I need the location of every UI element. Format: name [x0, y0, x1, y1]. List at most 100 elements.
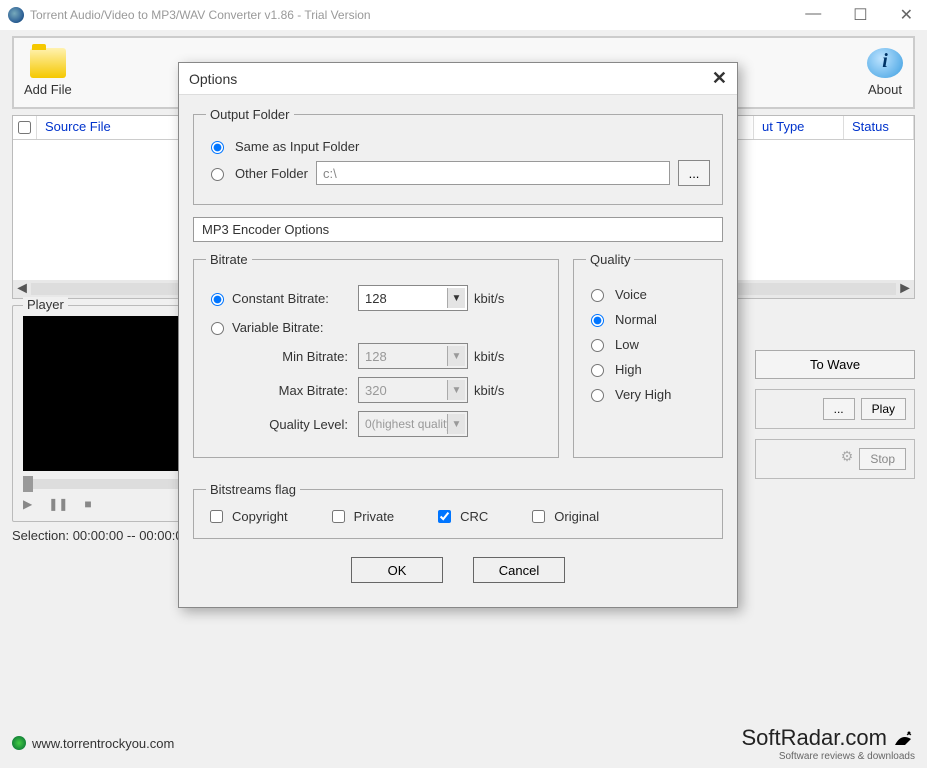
bitrate-legend: Bitrate	[206, 252, 252, 267]
minimize-button[interactable]: —	[799, 5, 827, 25]
quality-level-combo[interactable]: 0(highest quality) ▼	[358, 411, 468, 437]
browse-preview-button[interactable]: ...	[823, 398, 855, 420]
min-bitrate-unit: kbit/s	[474, 349, 514, 364]
constant-bitrate-unit: kbit/s	[474, 291, 514, 306]
bitrate-fieldset: Bitrate Constant Bitrate: 128 ▼ kbit/s V…	[193, 252, 559, 458]
constant-bitrate-label: Constant Bitrate:	[232, 291, 352, 306]
max-bitrate-unit: kbit/s	[474, 383, 514, 398]
bitstreams-fieldset: Bitstreams flag Copyright Private CRC Or…	[193, 482, 723, 539]
same-as-input-label: Same as Input Folder	[235, 139, 359, 154]
variable-bitrate-label: Variable Bitrate:	[232, 320, 352, 335]
softradar-watermark: SoftRadar.com Software reviews & downloa…	[741, 725, 915, 762]
website-link[interactable]: www.torrentrockyou.com	[32, 736, 174, 751]
other-folder-path-input[interactable]	[316, 161, 670, 185]
about-button[interactable]: About	[867, 48, 903, 97]
quality-high-radio[interactable]	[591, 364, 604, 377]
stop-icon[interactable]: ■	[84, 497, 91, 511]
max-bitrate-value: 320	[365, 383, 387, 398]
variable-bitrate-radio[interactable]	[211, 322, 224, 335]
about-label: About	[868, 82, 902, 97]
original-checkbox[interactable]	[532, 510, 545, 523]
options-dialog: Options ✕ Output Folder Same as Input Fo…	[178, 62, 738, 608]
quality-legend: Quality	[586, 252, 634, 267]
quality-veryhigh-label: Very High	[615, 387, 671, 402]
private-checkbox[interactable]	[332, 510, 345, 523]
add-file-label: Add File	[24, 82, 72, 97]
chevron-down-icon: ▼	[447, 346, 465, 366]
close-button[interactable]: ✕	[894, 5, 919, 25]
dialog-buttons: OK Cancel	[193, 551, 723, 595]
stop-convert-button[interactable]: Stop	[859, 448, 906, 470]
quality-veryhigh-radio[interactable]	[591, 389, 604, 402]
to-wave-button[interactable]: To Wave	[755, 350, 915, 379]
dialog-body: Output Folder Same as Input Folder Other…	[179, 95, 737, 607]
crc-checkbox[interactable]	[438, 510, 451, 523]
original-label: Original	[554, 509, 599, 524]
window-controls: — ☐ ✕	[799, 5, 919, 25]
dialog-close-icon[interactable]: ✕	[712, 68, 727, 89]
right-sidebar: To Wave ... Play ⚙ Stop	[755, 350, 915, 489]
col-status[interactable]: Status	[844, 116, 914, 139]
pause-icon[interactable]: ❚❚	[48, 497, 68, 511]
copyright-label: Copyright	[232, 509, 288, 524]
globe-icon	[12, 736, 26, 750]
scroll-left-arrow[interactable]: ◄	[13, 280, 31, 298]
chevron-down-icon: ▼	[447, 288, 465, 308]
quality-normal-label: Normal	[615, 312, 657, 327]
quality-voice-label: Voice	[615, 287, 647, 302]
quality-voice-radio[interactable]	[591, 289, 604, 302]
same-as-input-radio[interactable]	[211, 141, 224, 154]
quality-level-value: 0(highest quality)	[365, 417, 456, 431]
max-bitrate-label: Max Bitrate:	[232, 383, 352, 398]
encoder-options-header: MP3 Encoder Options	[193, 217, 723, 242]
window-title: Torrent Audio/Video to MP3/WAV Converter…	[30, 8, 799, 22]
quality-low-label: Low	[615, 337, 639, 352]
main-window: Torrent Audio/Video to MP3/WAV Converter…	[0, 0, 927, 768]
titlebar: Torrent Audio/Video to MP3/WAV Converter…	[0, 0, 927, 30]
quality-fieldset: Quality Voice Normal Low High Very High	[573, 252, 723, 458]
select-all-checkbox[interactable]	[18, 121, 31, 134]
chevron-down-icon: ▼	[447, 380, 465, 400]
maximize-button[interactable]: ☐	[847, 5, 873, 25]
quality-normal-radio[interactable]	[591, 314, 604, 327]
play-preview-button[interactable]: Play	[861, 398, 906, 420]
scroll-right-arrow[interactable]: ►	[896, 280, 914, 298]
dialog-titlebar[interactable]: Options ✕	[179, 63, 737, 95]
crc-label: CRC	[460, 509, 488, 524]
other-folder-radio[interactable]	[211, 168, 224, 181]
bitstreams-legend: Bitstreams flag	[206, 482, 300, 497]
convert-group: ⚙ Stop	[755, 439, 915, 479]
output-folder-legend: Output Folder	[206, 107, 294, 122]
softradar-subtitle: Software reviews & downloads	[741, 751, 915, 762]
quality-high-label: High	[615, 362, 642, 377]
browse-folder-button[interactable]: ...	[678, 160, 710, 186]
constant-bitrate-combo[interactable]: 128 ▼	[358, 285, 468, 311]
to-wave-label: To Wave	[810, 357, 860, 372]
private-label: Private	[354, 509, 394, 524]
output-folder-fieldset: Output Folder Same as Input Folder Other…	[193, 107, 723, 205]
min-bitrate-label: Min Bitrate:	[232, 349, 352, 364]
max-bitrate-combo[interactable]: 320 ▼	[358, 377, 468, 403]
chevron-down-icon: ▼	[447, 414, 465, 434]
bottom-bar: www.torrentrockyou.com SoftRadar.com Sof…	[0, 725, 927, 762]
player-legend: Player	[23, 297, 68, 312]
col-output-type[interactable]: ut Type	[754, 116, 844, 139]
gear-icon: ⚙	[841, 448, 854, 470]
cancel-button[interactable]: Cancel	[473, 557, 565, 583]
constant-bitrate-value: 128	[365, 291, 387, 306]
quality-level-label: Quality Level:	[232, 417, 352, 432]
ok-button[interactable]: OK	[351, 557, 443, 583]
quality-low-radio[interactable]	[591, 339, 604, 352]
info-icon	[867, 48, 903, 78]
preview-group: ... Play	[755, 389, 915, 429]
constant-bitrate-radio[interactable]	[211, 293, 224, 306]
other-folder-label: Other Folder	[235, 166, 308, 181]
app-icon	[8, 7, 24, 23]
add-file-button[interactable]: Add File	[24, 48, 72, 97]
dialog-title: Options	[189, 71, 712, 87]
slider-knob[interactable]	[23, 476, 33, 492]
play-icon[interactable]: ▶	[23, 497, 32, 511]
folder-icon	[30, 48, 66, 78]
min-bitrate-combo[interactable]: 128 ▼	[358, 343, 468, 369]
copyright-checkbox[interactable]	[210, 510, 223, 523]
